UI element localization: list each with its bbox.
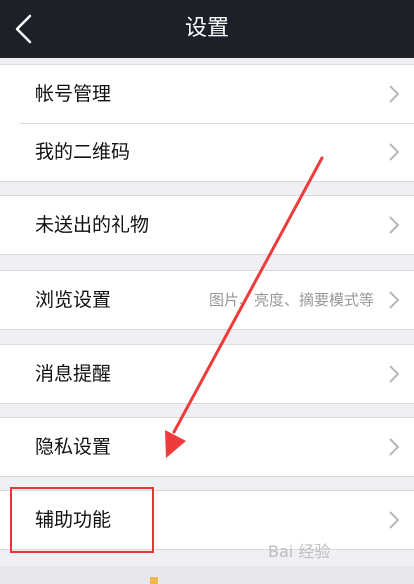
row-label: 辅助功能: [35, 509, 112, 531]
partial-icon: [150, 577, 158, 584]
row-label: 隐私设置: [35, 436, 112, 458]
chevron-right-icon: [389, 291, 400, 309]
settings-row-account-management[interactable]: 帐号管理: [0, 65, 414, 123]
chevron-right-icon: [389, 216, 400, 234]
chevron-right-icon: [389, 511, 400, 529]
chevron-right-icon: [389, 365, 400, 383]
row-detail: 图片、亮度、摘要模式等: [208, 291, 374, 309]
chevron-right-icon: [389, 143, 400, 161]
settings-group-privacy: 隐私设置: [0, 417, 414, 477]
settings-row-my-qr-code[interactable]: 我的二维码: [0, 123, 414, 181]
row-label: 消息提醒: [35, 363, 112, 385]
row-label: 我的二维码: [35, 141, 131, 163]
settings-group-notifications: 消息提醒: [0, 344, 414, 404]
row-label: 浏览设置: [35, 289, 112, 311]
chevron-right-icon: [389, 438, 400, 456]
settings-group-browse: 浏览设置 图片、亮度、摘要模式等: [0, 270, 414, 330]
settings-row-privacy-settings[interactable]: 隐私设置: [0, 418, 414, 476]
row-label: 未送出的礼物: [35, 214, 150, 236]
settings-row-accessibility[interactable]: 辅助功能: [0, 491, 414, 549]
page-title: 设置: [184, 16, 229, 41]
watermark: Bai 经验: [268, 542, 331, 561]
settings-group-gifts: 未送出的礼物: [0, 195, 414, 255]
settings-row-unsent-gifts[interactable]: 未送出的礼物: [0, 196, 414, 254]
row-label: 帐号管理: [35, 83, 112, 105]
top-bar: 设置: [0, 0, 414, 58]
settings-group-account: 帐号管理 我的二维码: [0, 64, 414, 182]
settings-row-message-reminders[interactable]: 消息提醒: [0, 345, 414, 403]
next-section-edge: [0, 566, 414, 584]
settings-group-accessibility: 辅助功能: [0, 490, 414, 550]
settings-row-browse-settings[interactable]: 浏览设置 图片、亮度、摘要模式等: [0, 271, 414, 329]
chevron-right-icon: [389, 85, 400, 103]
